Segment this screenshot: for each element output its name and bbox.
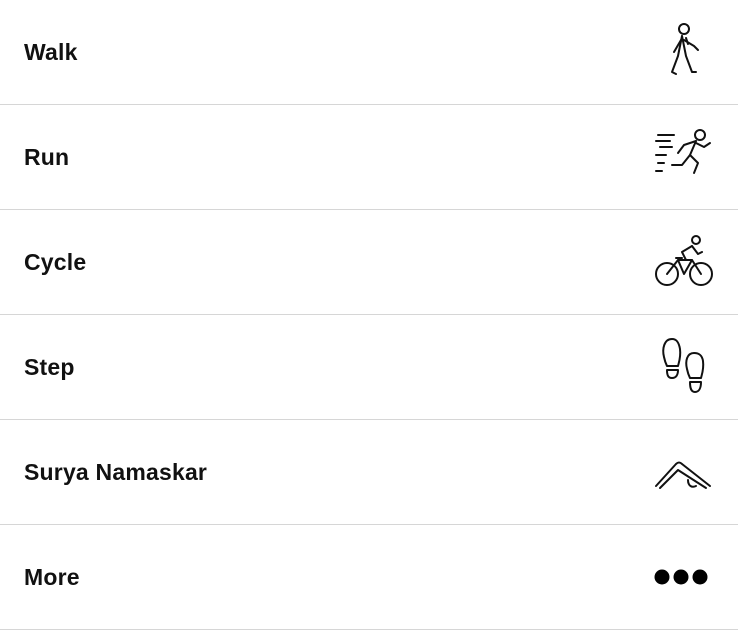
activity-label: More <box>24 563 80 590</box>
activity-label: Run <box>24 143 70 170</box>
bicycle-icon <box>652 230 716 294</box>
activity-row-walk[interactable]: Walk <box>0 0 738 105</box>
activity-label: Step <box>24 353 75 380</box>
activity-label: Walk <box>24 38 78 65</box>
activity-row-cycle[interactable]: Cycle <box>0 210 738 315</box>
activity-row-surya-namaskar[interactable]: Surya Namaskar <box>0 420 738 525</box>
activity-row-step[interactable]: Step <box>0 315 738 420</box>
yoga-pose-icon <box>652 440 716 504</box>
walk-icon <box>652 20 716 84</box>
more-dots-icon <box>652 545 716 609</box>
footsteps-icon <box>652 335 716 399</box>
activity-label: Cycle <box>24 248 87 275</box>
run-icon <box>652 125 716 189</box>
activity-list: Walk Run Cycle Step Surya Namaskar More <box>0 0 738 630</box>
activity-row-run[interactable]: Run <box>0 105 738 210</box>
activity-row-more[interactable]: More <box>0 525 738 630</box>
activity-label: Surya Namaskar <box>24 458 208 485</box>
